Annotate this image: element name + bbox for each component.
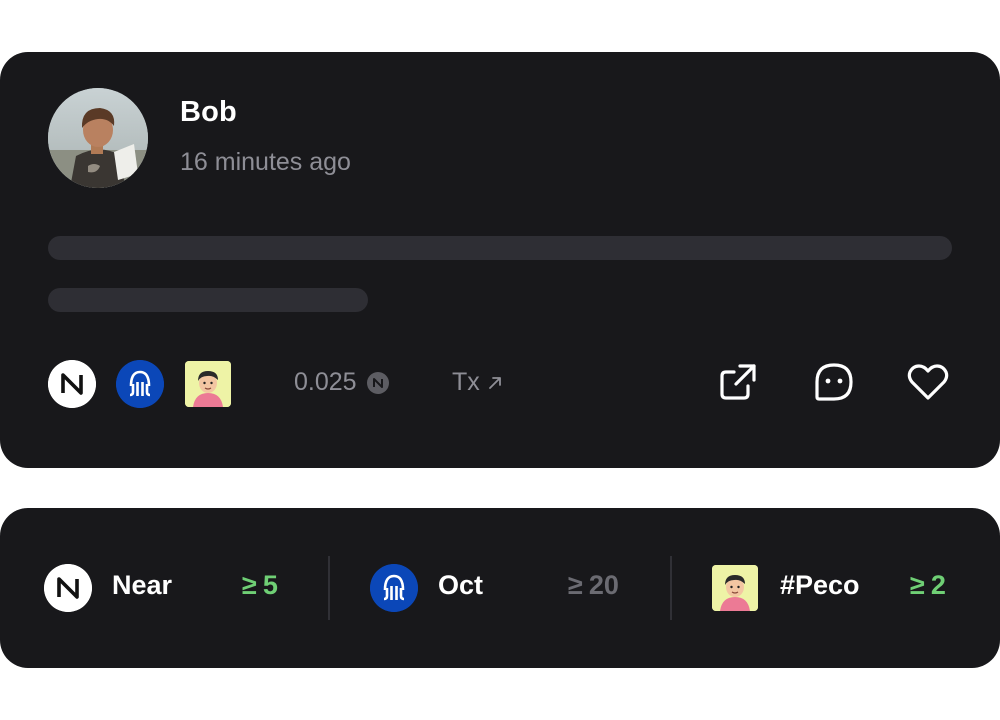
peco-token-icon[interactable] — [185, 361, 231, 407]
requirement-count: ≥ 5 — [242, 570, 278, 601]
post-timestamp: 16 minutes ago — [180, 148, 351, 176]
divider — [670, 556, 672, 620]
comment-button[interactable] — [810, 358, 858, 406]
requirement-near[interactable]: Near ≥ 5 — [44, 556, 304, 620]
requirements-card: Near ≥ 5 Oct ≥ 20 #Peco ≥ 2 — [0, 508, 1000, 668]
requirement-peco[interactable]: #Peco ≥ 2 — [712, 556, 962, 620]
heart-icon — [907, 364, 949, 400]
divider — [328, 556, 330, 620]
tx-link-label: Tx — [452, 368, 480, 396]
requirement-count: ≥ 20 — [568, 570, 619, 601]
requirement-name: #Peco — [780, 570, 860, 600]
octopus-token-icon — [370, 564, 418, 612]
near-token-icon — [44, 564, 92, 612]
octopus-token-icon[interactable] — [116, 360, 164, 408]
share-button[interactable] — [714, 358, 762, 406]
requirement-symbol: ≥ — [910, 570, 925, 600]
share-icon — [720, 364, 756, 400]
like-button[interactable] — [904, 358, 952, 406]
external-arrow-icon — [488, 376, 501, 389]
requirement-count-value: 20 — [588, 570, 619, 600]
requirement-count: ≥ 2 — [910, 570, 946, 601]
requirement-count-value: 5 — [262, 570, 278, 600]
requirement-count-value: 2 — [930, 570, 946, 600]
content-skeleton-line — [48, 236, 952, 260]
author-avatar[interactable] — [48, 88, 148, 188]
content-skeleton-line — [48, 288, 368, 312]
peco-token-icon — [712, 565, 758, 611]
post-card: Bob 16 minutes ago 0.025 Tx — [0, 52, 1000, 468]
comment-icon — [815, 363, 853, 401]
tip-amount-value: 0.025 — [294, 368, 357, 396]
requirement-oct[interactable]: Oct ≥ 20 — [370, 556, 640, 620]
tip-amount: 0.025 — [294, 368, 389, 397]
tx-link[interactable]: Tx — [452, 368, 504, 397]
requirement-name: Near — [112, 570, 173, 600]
requirement-symbol: ≥ — [242, 570, 257, 600]
avatar-photo-icon — [48, 88, 148, 188]
requirement-name: Oct — [438, 570, 484, 600]
author-name[interactable]: Bob — [180, 96, 237, 129]
near-token-icon[interactable] — [48, 360, 96, 408]
requirement-symbol: ≥ — [568, 570, 583, 600]
near-mini-icon — [366, 371, 389, 394]
